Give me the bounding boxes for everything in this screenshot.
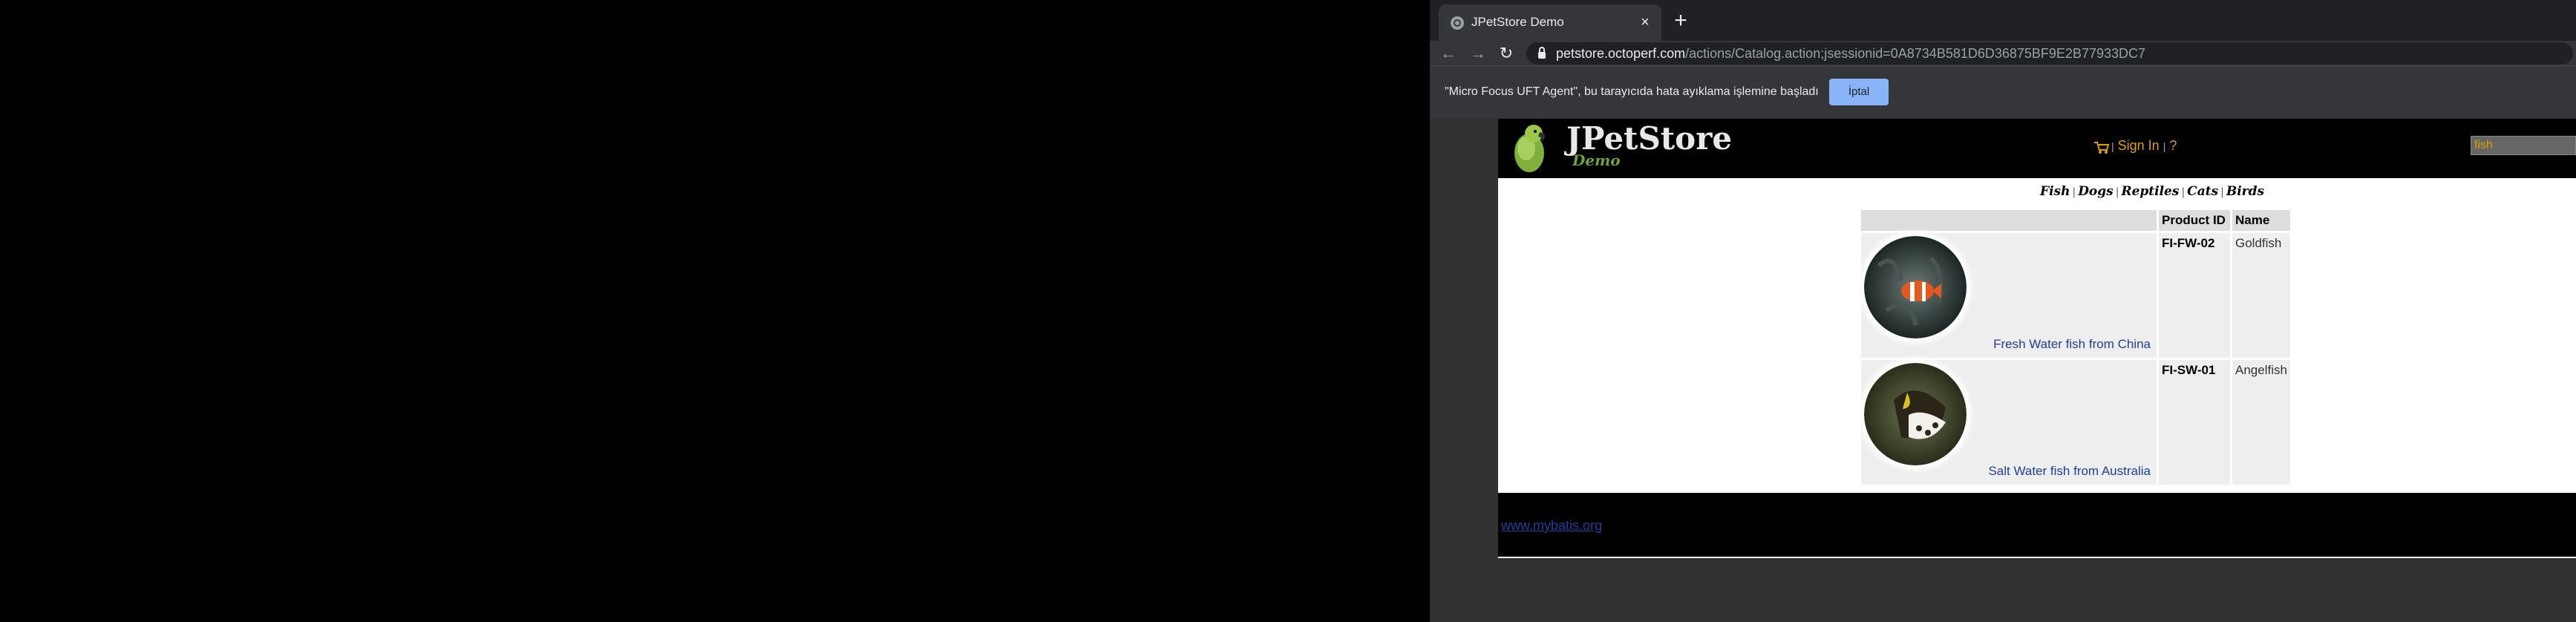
product-id-link[interactable]: FI-FW-02 bbox=[2162, 236, 2214, 250]
product-description-link[interactable]: Fresh Water fish from China bbox=[1993, 337, 2151, 352]
close-icon[interactable]: × bbox=[1636, 13, 1654, 31]
column-header-description bbox=[1861, 210, 2157, 231]
product-id-cell: FI-SW-01 bbox=[2159, 360, 2230, 485]
separator: | bbox=[2111, 140, 2114, 152]
browser-window: JPetStore Demo × + ← → ↻ petstore.octope… bbox=[1430, 0, 2576, 622]
category-link-cats[interactable]: Cats bbox=[2187, 184, 2218, 199]
separator: | bbox=[2163, 140, 2166, 152]
url-host: petstore.octoperf.com bbox=[1556, 46, 1686, 61]
column-header-name: Name bbox=[2232, 210, 2290, 231]
category-link-reptiles[interactable]: Reptiles bbox=[2121, 184, 2179, 199]
description-container: Fresh Water fish from China bbox=[1864, 236, 2154, 355]
table-row: Fresh Water fish from China FI-FW-02 Gol… bbox=[1861, 233, 2290, 358]
url-text[interactable]: petstore.octoperf.com/actions/Catalog.ac… bbox=[1556, 46, 2145, 62]
cancel-button[interactable]: İptal bbox=[1829, 79, 1889, 105]
cart-icon[interactable] bbox=[2093, 141, 2110, 154]
url-path: /actions/Catalog.action;jsessionid=0A873… bbox=[1685, 46, 2146, 61]
separator: | bbox=[2072, 186, 2076, 198]
category-links: Fish | Dogs | Reptiles | Cats | Birds bbox=[2040, 184, 2264, 199]
help-link[interactable]: ? bbox=[2169, 138, 2177, 153]
new-tab-button[interactable]: + bbox=[1669, 9, 1693, 33]
goldfish-image bbox=[1864, 236, 1967, 338]
product-name: Angelfish bbox=[2235, 363, 2287, 377]
separator: | bbox=[2115, 186, 2119, 198]
reload-icon[interactable]: ↻ bbox=[1495, 42, 1517, 65]
description-container: Salt Water fish from Australia bbox=[1864, 363, 2154, 482]
product-name: Goldfish bbox=[2235, 236, 2282, 250]
category-link-dogs[interactable]: Dogs bbox=[2078, 184, 2114, 199]
parrot-logo-icon[interactable] bbox=[1507, 122, 1552, 175]
product-id-cell: FI-FW-02 bbox=[2159, 233, 2230, 358]
mybatis-link[interactable]: www.mybatis.org bbox=[1501, 518, 1602, 534]
sign-in-link[interactable]: Sign In bbox=[2118, 138, 2160, 153]
browser-toolbar: ← → ↻ petstore.octoperf.com/actions/Cata… bbox=[1430, 41, 2576, 65]
product-name-cell: Angelfish bbox=[2232, 360, 2290, 485]
infobar-message: "Micro Focus UFT Agent", bu tarayıcıda h… bbox=[1445, 85, 1819, 98]
category-link-birds[interactable]: Birds bbox=[2226, 184, 2264, 199]
header-links: | Sign In | ? bbox=[2111, 138, 2177, 154]
separator: | bbox=[2181, 186, 2186, 198]
product-table: Product ID Name Fresh Water fish from Ch… bbox=[1859, 208, 2292, 487]
back-arrow-icon[interactable]: ← bbox=[1437, 42, 1459, 65]
site-logo-demo: Demo bbox=[1572, 151, 1621, 169]
browser-tab[interactable]: JPetStore Demo × bbox=[1439, 4, 1661, 41]
category-nav: Fish | Dogs | Reptiles | Cats | Birds bbox=[1498, 178, 2576, 205]
search-input[interactable] bbox=[2471, 136, 2576, 155]
column-header-product-id: Product ID bbox=[2159, 210, 2230, 231]
product-id-link[interactable]: FI-SW-01 bbox=[2162, 363, 2215, 377]
table-header-row: Product ID Name bbox=[1861, 210, 2290, 231]
tab-strip: JPetStore Demo × + bbox=[1430, 0, 2576, 41]
tab-title: JPetStore Demo bbox=[1471, 15, 1564, 29]
forward-arrow-icon[interactable]: → bbox=[1467, 42, 1489, 65]
product-name-cell: Goldfish bbox=[2232, 233, 2290, 358]
product-description-link[interactable]: Salt Water fish from Australia bbox=[1988, 464, 2151, 479]
globe-icon bbox=[1451, 16, 1464, 30]
page-bottom-area bbox=[1498, 558, 2576, 622]
separator: | bbox=[2220, 186, 2224, 198]
address-bar[interactable]: petstore.octoperf.com/actions/Catalog.ac… bbox=[1526, 42, 2573, 65]
debug-infobar: "Micro Focus UFT Agent", bu tarayıcıda h… bbox=[1430, 65, 2576, 118]
lock-icon[interactable] bbox=[1538, 47, 1546, 59]
description-cell: Fresh Water fish from China bbox=[1861, 233, 2157, 358]
angelfish-image bbox=[1864, 363, 1967, 465]
category-link-fish[interactable]: Fish bbox=[2040, 184, 2070, 199]
site-footer: www.mybatis.org bbox=[1498, 493, 2576, 557]
description-cell: Salt Water fish from Australia bbox=[1861, 360, 2157, 485]
page-viewport: JPetStore Demo | Sign In | ? Fish|Dogs|R… bbox=[1498, 119, 2576, 558]
table-row: Salt Water fish from Australia FI-SW-01 … bbox=[1861, 360, 2290, 485]
site-header: JPetStore Demo | Sign In | ? bbox=[1498, 119, 2576, 178]
